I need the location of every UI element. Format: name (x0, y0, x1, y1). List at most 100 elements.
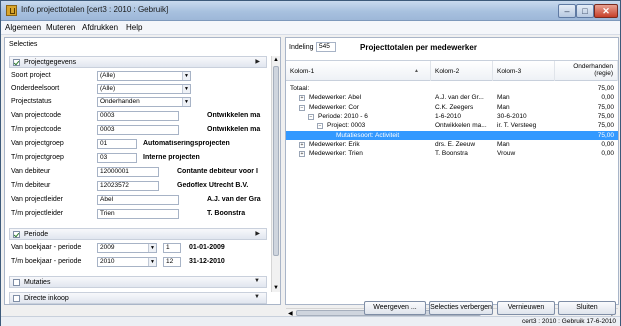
results-title: Projecttotalen per medewerker (360, 43, 477, 52)
scroll-thumb[interactable] (273, 66, 279, 256)
section-mutaties[interactable]: Mutaties ▼ (9, 276, 267, 288)
cell-onderhanden: 0,00 (601, 140, 614, 148)
field-label: Van projectleider (11, 196, 64, 203)
tm-projectleider-input[interactable]: Trien (97, 209, 179, 219)
van-debiteur-input[interactable]: 12000001 (97, 167, 159, 177)
scroll-up-icon[interactable]: ▲ (273, 57, 279, 63)
tree-row[interactable]: − Project: 0003 Ontwikkelen ma... ir. T. Ve… (286, 121, 618, 130)
section-label: Periode (24, 231, 49, 238)
field-row: T/m debiteur 12023572 Gedoflex Utrecht B… (9, 181, 267, 192)
field-description: T. Boonstra (207, 210, 246, 217)
expand-node-icon[interactable]: + (299, 95, 305, 102)
menu-help[interactable]: Help (126, 23, 142, 32)
collapse-node-icon[interactable]: − (317, 123, 323, 130)
column-header-kolom-3[interactable]: Kolom-3 (493, 61, 555, 81)
cell-kolom-2: C.K. Zeegers (435, 103, 474, 111)
van-boekjaar-select[interactable]: 2009 ▼ (97, 243, 157, 253)
section-label: Mutaties (24, 279, 51, 286)
tree-row[interactable]: Mutatiesoort: Activiteit 75,00 (286, 130, 618, 140)
directe-inkoop-checkbox[interactable] (13, 295, 20, 302)
field-label: Projectstatus (11, 98, 52, 105)
results-grid: Kolom-1 ▲ Kolom-2 Kolom-3 Onderhanden (r… (286, 60, 618, 317)
column-header-kolom-2[interactable]: Kolom-2 (431, 61, 493, 81)
weergeven-button[interactable]: Weergeven ... (364, 301, 426, 315)
expand-node-icon[interactable]: + (299, 141, 305, 148)
tree-row[interactable]: + Medewerker: Erik drs. E. Zeeuw Man 0,00 (286, 140, 618, 149)
dropdown-arrow-icon[interactable]: ▼ (182, 72, 190, 80)
section-directe-inkoop[interactable]: Directe inkoop ▼ (9, 292, 267, 304)
minimize-button[interactable]: – (558, 4, 576, 18)
menu-muteren[interactable]: Muteren (46, 23, 75, 32)
cell-kolom-1: Periode: 2010 - 6 (318, 112, 368, 120)
grid-header: Kolom-1 ▲ Kolom-2 Kolom-3 Onderhanden (r… (286, 61, 618, 81)
collapse-node-icon[interactable]: − (299, 104, 305, 111)
selecties-verbergen-button[interactable]: Selecties verbergen (429, 301, 493, 315)
tree-row[interactable]: + Medewerker: Abel A.J. van der Gr... Man 0,… (286, 93, 618, 102)
dropdown-arrow-icon[interactable]: ▼ (148, 244, 156, 252)
title-bar[interactable]: Info projecttotalen [cert3 : 2010 : Gebr… (1, 1, 620, 21)
onderdeelsoort-select[interactable]: (Alle) ▼ (97, 84, 191, 94)
select-value: (Alle) (100, 72, 116, 79)
menu-algemeen[interactable]: Algemeen (5, 23, 41, 32)
tree-row[interactable]: Totaal: 75,00 (286, 84, 618, 93)
expand-node-icon[interactable]: + (299, 151, 305, 158)
collapse-arrow-icon[interactable]: ▼ (254, 294, 260, 300)
field-row: Van projectgroep 01 Automatiseringsproje… (9, 139, 267, 150)
close-button[interactable]: ✕ (594, 4, 618, 18)
mutaties-checkbox[interactable] (13, 279, 20, 286)
sluiten-button[interactable]: Sluiten (558, 301, 616, 315)
dropdown-arrow-icon[interactable]: ▼ (148, 258, 156, 266)
tm-periode-input[interactable]: 12 (163, 257, 181, 267)
field-label: T/m projectleider (11, 210, 64, 217)
cell-kolom-2: drs. E. Zeeuw (435, 140, 476, 148)
collapse-node-icon[interactable]: − (308, 113, 314, 120)
projectgegevens-checkbox[interactable] (13, 59, 20, 66)
expand-arrow-icon[interactable]: ▶ (255, 230, 260, 237)
section-periode[interactable]: Periode ▶ (9, 228, 267, 240)
select-value: Onderhanden (100, 98, 140, 105)
scroll-down-icon[interactable]: ▼ (273, 285, 279, 291)
cell-onderhanden: 75,00 (597, 103, 614, 111)
tree-row[interactable]: − Medewerker: Cor C.K. Zeegers Man 75,00 (286, 103, 618, 112)
column-label: Kolom-2 (435, 68, 460, 75)
collapse-arrow-icon[interactable]: ▼ (254, 278, 260, 284)
periode-checkbox[interactable] (13, 231, 20, 238)
column-header-onderhanden[interactable]: Onderhanden (regie) (555, 61, 618, 81)
column-label: Kolom-3 (497, 68, 522, 75)
cell-kolom-1: Project: 0003 (327, 122, 366, 130)
dropdown-arrow-icon[interactable]: ▼ (182, 98, 190, 106)
van-projectcode-input[interactable]: 0003 (97, 111, 179, 121)
field-description: A.J. van der Gra (207, 196, 261, 203)
column-header-kolom-1[interactable]: Kolom-1 ▲ (286, 61, 431, 81)
app-window: Info projecttotalen [cert3 : 2010 : Gebr… (0, 0, 621, 326)
results-panel: Indeling 545 Projecttotalen per medewerk… (285, 37, 619, 317)
tree-row[interactable]: − Periode: 2010 - 6 1-6-2010 30-6-2010 75,00 (286, 112, 618, 121)
period-date: 31-12-2010 (189, 258, 225, 265)
cell-kolom-1: Medewerker: Erik (309, 140, 360, 148)
menu-bar: Algemeen Muteren Afdrukken Help (1, 21, 620, 35)
dropdown-arrow-icon[interactable]: ▼ (182, 85, 190, 93)
expand-arrow-icon[interactable]: ▶ (255, 58, 260, 65)
cell-onderhanden: 75,00 (597, 112, 614, 120)
van-projectleider-input[interactable]: Abel (97, 195, 179, 205)
vernieuwen-button[interactable]: Vernieuwen (497, 301, 555, 315)
projectstatus-select[interactable]: Onderhanden ▼ (97, 97, 191, 107)
menu-afdrukken[interactable]: Afdrukken (82, 23, 118, 32)
tm-projectcode-input[interactable]: 0003 (97, 125, 179, 135)
van-projectgroep-input[interactable]: 01 (97, 139, 137, 149)
van-periode-input[interactable]: 1 (163, 243, 181, 253)
field-description: Ontwikkelen ma (207, 126, 261, 133)
indeling-input[interactable]: 545 (316, 42, 336, 52)
tm-projectgroep-input[interactable]: 03 (97, 153, 137, 163)
maximize-button[interactable]: □ (576, 4, 594, 18)
tm-boekjaar-select[interactable]: 2010 ▼ (97, 257, 157, 267)
sort-ascending-icon: ▲ (414, 68, 419, 74)
select-value: 2010 (100, 258, 115, 265)
tm-debiteur-input[interactable]: 12023572 (97, 181, 159, 191)
soort-project-select[interactable]: (Alle) ▼ (97, 71, 191, 81)
left-vertical-scrollbar[interactable]: ▲ ▼ (271, 56, 280, 292)
cell-kolom-1: Totaal: (290, 85, 310, 92)
section-projectgegevens[interactable]: Projectgegevens ▶ (9, 56, 267, 68)
field-row: Soort project (Alle) ▼ (9, 71, 267, 82)
tree-row[interactable]: + Medewerker: Trien T. Boonstra Vrouw 0,00 (286, 149, 618, 158)
